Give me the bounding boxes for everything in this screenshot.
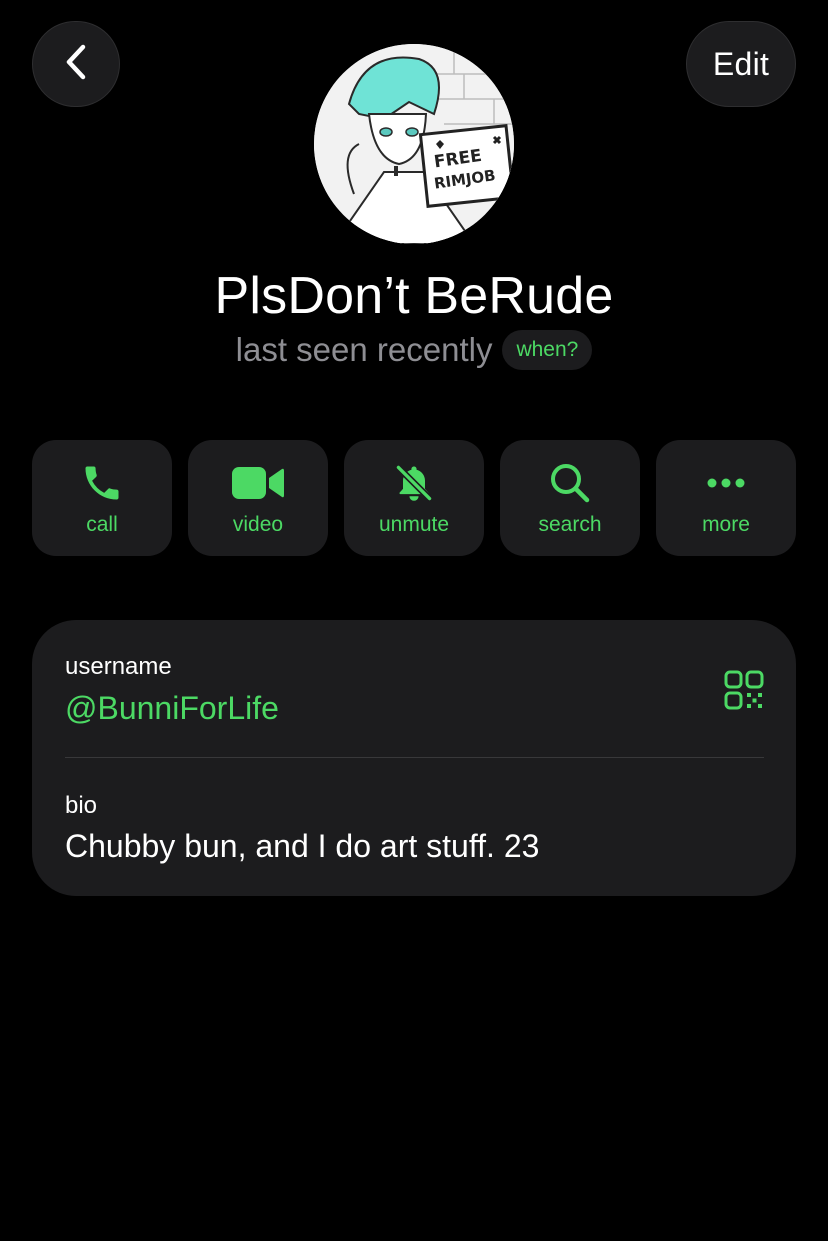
- call-button[interactable]: call: [32, 440, 172, 556]
- edit-button[interactable]: Edit: [686, 21, 796, 107]
- phone-icon: [80, 461, 124, 505]
- call-label: call: [86, 513, 118, 536]
- info-card: username @BunniForLife bio Chubby bun, a…: [32, 620, 796, 896]
- bell-slash-icon: [392, 461, 436, 505]
- more-button[interactable]: more: [656, 440, 796, 556]
- more-dots-icon: [704, 461, 748, 505]
- qr-code-icon[interactable]: [724, 670, 764, 710]
- avatar[interactable]: FREE RIMJOB: [314, 44, 514, 244]
- search-label: search: [538, 513, 602, 536]
- chevron-left-icon: [64, 42, 88, 87]
- status-row: last seen recently when?: [0, 330, 828, 370]
- video-camera-icon: [232, 461, 284, 505]
- action-bar: call video unmute search more: [32, 440, 796, 556]
- video-button[interactable]: video: [188, 440, 328, 556]
- unmute-label: unmute: [378, 513, 450, 536]
- unmute-button[interactable]: unmute: [344, 440, 484, 556]
- search-icon: [548, 461, 592, 505]
- username-label: username: [65, 653, 172, 680]
- search-button[interactable]: search: [500, 440, 640, 556]
- more-label: more: [702, 513, 750, 536]
- bio-value: Chubby bun, and I do art stuff. 23: [65, 828, 540, 864]
- last-seen-status: last seen recently: [235, 331, 493, 368]
- back-button[interactable]: [32, 21, 120, 107]
- username-value[interactable]: @BunniForLife: [65, 690, 279, 727]
- bio-label: bio: [65, 792, 98, 819]
- edit-button-label: Edit: [712, 45, 770, 82]
- when-badge[interactable]: when?: [502, 330, 593, 370]
- video-label: video: [232, 513, 284, 536]
- profile-name: PlsDon’t BeRude: [214, 267, 614, 325]
- divider: [65, 757, 764, 758]
